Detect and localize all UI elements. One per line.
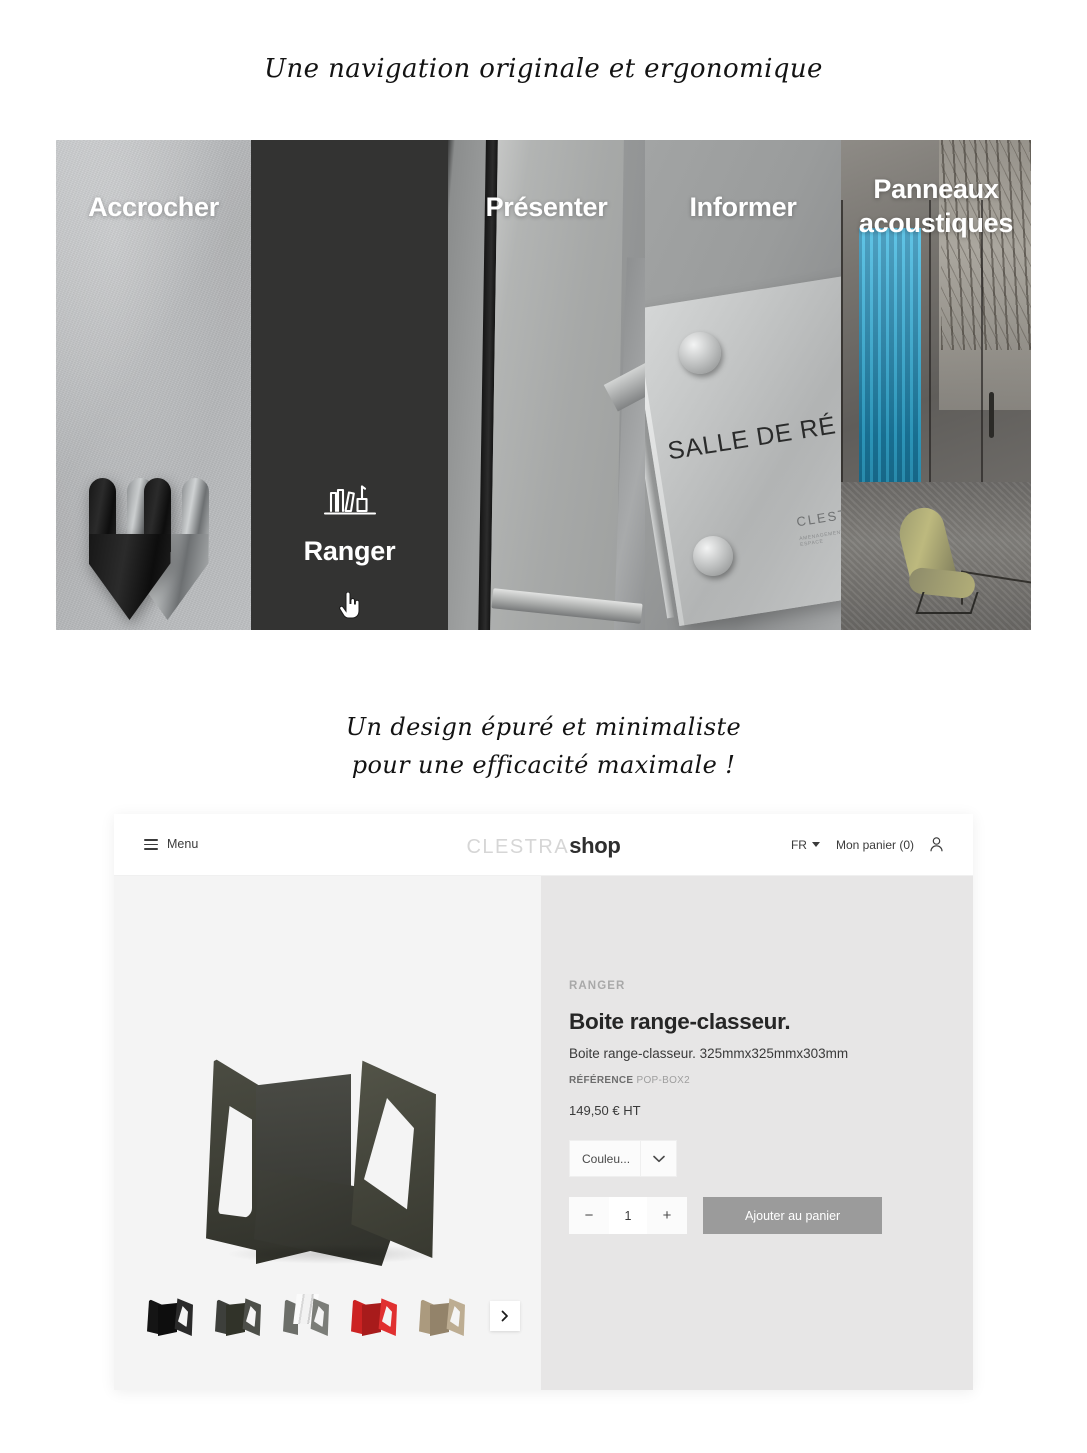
page-title-top: Une navigation originale et ergonomique	[264, 54, 823, 84]
thumbnail-dark-grey[interactable]	[204, 1290, 272, 1342]
thumbnail-black[interactable]	[136, 1290, 204, 1342]
nav-panel-panneaux-acoustiques[interactable]: Panneaux acoustiques	[841, 140, 1031, 630]
standoff-screw-bottom	[693, 536, 733, 576]
shop-mockup-card: Menu CLESTRAshop FR Mon panier (0) RANGE…	[114, 814, 973, 1390]
nav-panel-label: Panneaux acoustiques	[858, 174, 1014, 238]
thumbnail-grey-with-files[interactable]	[272, 1290, 340, 1342]
product-hero-image[interactable]	[206, 1048, 456, 1266]
menu-label: Menu	[167, 837, 199, 852]
page-title-bottom: Un design épuré et minimaliste pour une …	[0, 708, 1087, 784]
product-description: Boite range-classeur. 325mmx325mmx303mm	[569, 1046, 849, 1061]
nav-panel-label: Informer	[689, 192, 797, 222]
cart-label[interactable]: Mon panier (0)	[836, 838, 914, 852]
logo-clestra: CLESTRA	[466, 836, 570, 858]
quantity-value[interactable]: 1	[609, 1197, 647, 1234]
standoff-screw-top	[679, 332, 721, 374]
shop-body: RANGER Boite range-classeur. Boite range…	[114, 876, 973, 1390]
nav-panel-presenter[interactable]: Présenter	[448, 140, 645, 630]
thumbnail-next-button[interactable]	[490, 1301, 520, 1331]
pointing-hand-cursor-icon	[338, 592, 359, 619]
color-select-value: Couleu...	[582, 1151, 631, 1166]
glass-sign-brand: CLESTRA	[795, 502, 841, 530]
language-selector[interactable]: FR	[791, 838, 820, 852]
chevron-down-icon	[652, 1155, 665, 1162]
user-account-icon[interactable]	[930, 837, 943, 852]
shop-header: Menu CLESTRAshop FR Mon panier (0)	[114, 814, 973, 876]
thumbnail-strip	[136, 1290, 520, 1342]
product-reference-value: POP-BOX2	[636, 1075, 690, 1086]
product-gallery	[114, 876, 541, 1390]
quantity-decrease-button[interactable]: −	[569, 1197, 609, 1234]
chevron-down-icon	[811, 842, 820, 847]
add-to-cart-button[interactable]: Ajouter au panier	[703, 1197, 883, 1234]
navigation-strip: Accrocher Ranger Ranger	[56, 140, 1031, 630]
nav-panel-ranger-label: Ranger	[303, 536, 396, 566]
product-category: RANGER	[569, 980, 626, 992]
hamburger-icon	[144, 836, 158, 852]
page-title-bottom-line2: pour une efficacité maximale !	[351, 751, 736, 779]
nav-panel-label: Présenter	[485, 192, 608, 222]
thumbnail-beige[interactable]	[408, 1290, 476, 1342]
quantity-increase-button[interactable]: +	[647, 1197, 687, 1234]
nav-panel-accrocher[interactable]: Accrocher	[56, 140, 251, 630]
glass-sign-text: SALLE DE RÉ	[665, 411, 839, 466]
product-title: Boite range-classeur.	[569, 1009, 791, 1034]
language-label: FR	[790, 837, 807, 852]
nav-panel-ranger[interactable]: Ranger Ranger	[251, 140, 448, 630]
product-reference: RÉFÉRENCE POP-BOX2	[569, 1075, 973, 1086]
color-select[interactable]: Couleu...	[569, 1140, 677, 1177]
purchase-actions: − 1 + Ajouter au panier	[569, 1197, 973, 1234]
nav-panel-ranger-content: Ranger	[251, 480, 448, 567]
menu-button[interactable]: Menu	[144, 836, 198, 852]
product-reference-label: RÉFÉRENCE	[569, 1075, 634, 1086]
thumbnail-red[interactable]	[340, 1290, 408, 1342]
nav-panel-informer[interactable]: SALLE DE RÉ CLESTRA AMENAGEMENT INTERIEU…	[645, 140, 841, 630]
header-right-group: FR Mon panier (0)	[791, 837, 943, 852]
color-select-arrow	[640, 1141, 676, 1176]
logo-shop: shop	[569, 833, 621, 858]
product-details: RANGER Boite range-classeur. Boite range…	[541, 876, 973, 1390]
nav-panel-label: Accrocher	[88, 192, 219, 222]
wall-hook-illustration	[88, 478, 219, 630]
bookshelf-icon	[323, 485, 376, 515]
product-price: 149,50 € HT	[569, 1103, 641, 1118]
page-title-bottom-line1: Un design épuré et minimaliste	[345, 713, 742, 741]
glass-sign-plate: SALLE DE RÉ CLESTRA AMENAGEMENT INTERIEU…	[645, 273, 841, 627]
chevron-right-icon	[501, 1310, 508, 1322]
